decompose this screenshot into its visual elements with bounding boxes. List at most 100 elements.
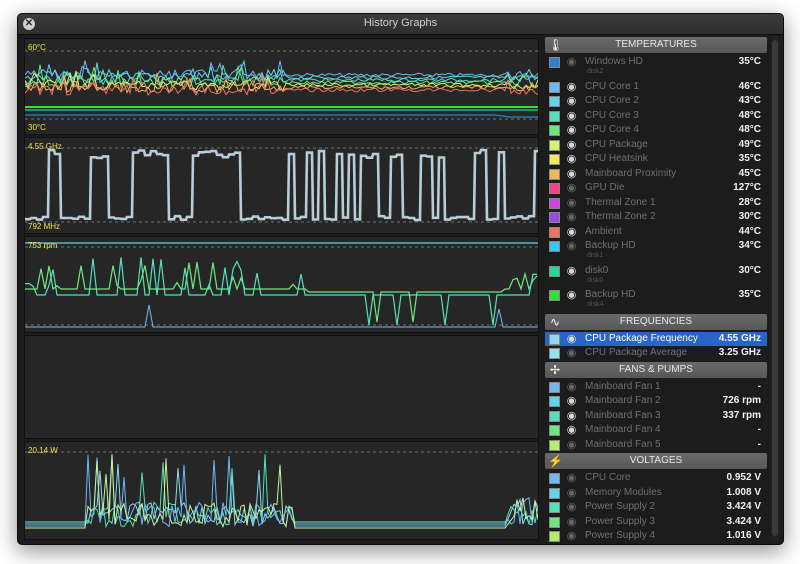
- section-header-frequencies[interactable]: ∿ FREQUENCIES: [545, 313, 767, 330]
- sensor-row[interactable]: ◉ CPU Heatsink 35°C: [545, 152, 767, 167]
- color-swatch[interactable]: [549, 381, 560, 393]
- eye-icon[interactable]: ◉: [565, 265, 578, 277]
- sensor-row[interactable]: ◉ Windows HD disk2 35°C: [545, 55, 767, 80]
- color-swatch[interactable]: [549, 226, 560, 238]
- eye-icon[interactable]: ◉: [565, 95, 578, 107]
- sensor-row[interactable]: ◉ Mainboard Fan 3 337 rpm: [545, 409, 767, 424]
- section-header-temperatures[interactable]: 🌡 TEMPERATURES: [545, 37, 767, 53]
- eye-icon[interactable]: ◉: [565, 197, 578, 209]
- color-swatch[interactable]: [549, 487, 560, 499]
- sensor-row[interactable]: ◉ CPU Core 0.952 V: [545, 471, 767, 486]
- eye-icon[interactable]: ◉: [565, 56, 578, 68]
- eye-icon[interactable]: ◉: [565, 333, 578, 345]
- color-swatch[interactable]: [549, 57, 560, 68]
- sensor-row[interactable]: ◉ Mainboard Fan 5 -: [545, 438, 767, 453]
- sensor-row[interactable]: ◉ Thermal Zone 2 30°C: [545, 210, 767, 225]
- eye-icon[interactable]: ◉: [565, 81, 578, 93]
- sensor-row[interactable]: ◉ CPU Package Frequency 4.55 GHz: [545, 331, 767, 346]
- color-swatch[interactable]: [549, 154, 560, 165]
- color-swatch[interactable]: [549, 290, 560, 301]
- sensor-name: Power Supply 3: [585, 515, 656, 527]
- eye-icon[interactable]: ◉: [565, 501, 578, 513]
- eye-icon[interactable]: ◉: [565, 139, 578, 151]
- graph-line: [25, 304, 538, 328]
- lightning-icon: ⚡: [548, 454, 563, 468]
- eye-icon[interactable]: ◉: [565, 472, 578, 484]
- section-header-fans-pumps[interactable]: ✢ FANS & PUMPS: [545, 361, 767, 378]
- sensor-row[interactable]: ◉ GPU Die 127°C: [545, 181, 767, 196]
- sensor-row[interactable]: ◉ CPU Core 1 46°C: [545, 80, 767, 95]
- sensor-row[interactable]: ◉ CPU Package 49°C: [545, 138, 767, 153]
- sensor-row[interactable]: ◉ disk0 disk0 30°C: [545, 264, 767, 289]
- eye-icon[interactable]: ◉: [565, 182, 578, 194]
- sensor-row[interactable]: ◉ Power Supply 4 1.016 V: [545, 529, 767, 542]
- eye-icon[interactable]: ◉: [565, 168, 578, 180]
- sensor-device: disk2: [587, 68, 604, 75]
- color-swatch[interactable]: [549, 439, 560, 451]
- sensor-row[interactable]: ◉ Backup HD disk4 35°C: [545, 288, 767, 313]
- scrollbar-thumb[interactable]: [772, 40, 778, 536]
- color-swatch[interactable]: [549, 139, 560, 151]
- eye-icon[interactable]: ◉: [565, 226, 578, 238]
- sensor-row[interactable]: ◉ Power Supply 2 3.424 V: [545, 500, 767, 515]
- section-header-voltages[interactable]: ⚡ VOLTAGES: [545, 453, 767, 469]
- sensor-name: Mainboard Fan 1: [585, 380, 661, 392]
- eye-icon[interactable]: ◉: [565, 410, 578, 422]
- graph-line: [25, 148, 538, 222]
- sensor-name: Power Supply 2: [585, 501, 656, 512]
- color-swatch[interactable]: [549, 425, 560, 436]
- color-swatch[interactable]: [549, 212, 560, 223]
- sensor-row[interactable]: ◉ CPU Core 2 43°C: [545, 94, 767, 109]
- sensor-row[interactable]: ◉ Ambient 44°C: [545, 225, 767, 240]
- color-swatch[interactable]: [549, 516, 560, 528]
- sensor-row[interactable]: ◉ CPU Core 3 48°C: [545, 109, 767, 124]
- eye-icon[interactable]: ◉: [565, 487, 578, 499]
- sensor-row[interactable]: ◉ Thermal Zone 1 28°C: [545, 196, 767, 211]
- sensor-row[interactable]: ◉ Memory Modules 1.008 V: [545, 486, 767, 501]
- color-swatch[interactable]: [549, 125, 560, 136]
- eye-icon[interactable]: ◉: [565, 530, 578, 542]
- sensor-row[interactable]: ◉ Mainboard Fan 1 -: [545, 380, 767, 395]
- eye-icon[interactable]: ◉: [565, 211, 578, 223]
- sensor-value: 1.016 V: [726, 530, 761, 541]
- color-swatch[interactable]: [549, 168, 560, 180]
- sensor-row[interactable]: ◉ Mainboard Proximity 45°C: [545, 167, 767, 182]
- eye-icon[interactable]: ◉: [565, 395, 578, 407]
- eye-icon[interactable]: ◉: [565, 439, 578, 451]
- sensor-row[interactable]: ◉ Mainboard Fan 2 726 rpm: [545, 394, 767, 409]
- eye-icon[interactable]: ◉: [565, 153, 578, 165]
- color-swatch[interactable]: [549, 110, 560, 122]
- sensor-row[interactable]: ◉ Mainboard Fan 4 -: [545, 423, 767, 438]
- sensor-list: 🌡 TEMPERATURES ◉ Windows HD disk2 35°C ◉ CPU Co…: [545, 36, 767, 542]
- color-swatch[interactable]: [549, 197, 560, 209]
- color-swatch[interactable]: [549, 473, 560, 484]
- sensor-row[interactable]: ◉ Backup HD disk1 34°C: [545, 239, 767, 264]
- sensor-row[interactable]: ◉ CPU Core 4 48°C: [545, 123, 767, 138]
- eye-icon[interactable]: ◉: [565, 110, 578, 122]
- color-swatch[interactable]: [549, 183, 560, 194]
- color-swatch[interactable]: [549, 396, 560, 407]
- color-swatch[interactable]: [549, 333, 560, 345]
- color-swatch[interactable]: [549, 502, 560, 513]
- color-swatch[interactable]: [549, 531, 560, 542]
- title-bar[interactable]: ✕ History Graphs: [18, 14, 783, 35]
- color-swatch[interactable]: [549, 348, 560, 359]
- sensor-value: 35°C: [738, 153, 761, 164]
- color-swatch[interactable]: [549, 241, 560, 252]
- eye-icon[interactable]: ◉: [565, 124, 578, 136]
- color-swatch[interactable]: [549, 96, 560, 107]
- temperature-graph: 60°C 30°C: [24, 38, 539, 135]
- color-swatch[interactable]: [549, 265, 560, 277]
- sensor-row[interactable]: ◉ CPU Package Average 3.25 GHz: [545, 346, 767, 361]
- graph-line: [25, 261, 538, 323]
- sensor-list-scrollbar[interactable]: [771, 36, 779, 542]
- eye-icon[interactable]: ◉: [565, 516, 578, 528]
- eye-icon[interactable]: ◉: [565, 289, 578, 301]
- color-swatch[interactable]: [549, 81, 560, 93]
- color-swatch[interactable]: [549, 410, 560, 422]
- eye-icon[interactable]: ◉: [565, 424, 578, 436]
- eye-icon[interactable]: ◉: [565, 347, 578, 359]
- eye-icon[interactable]: ◉: [565, 381, 578, 393]
- sensor-row[interactable]: ◉ Power Supply 3 3.424 V: [545, 515, 767, 530]
- eye-icon[interactable]: ◉: [565, 240, 578, 252]
